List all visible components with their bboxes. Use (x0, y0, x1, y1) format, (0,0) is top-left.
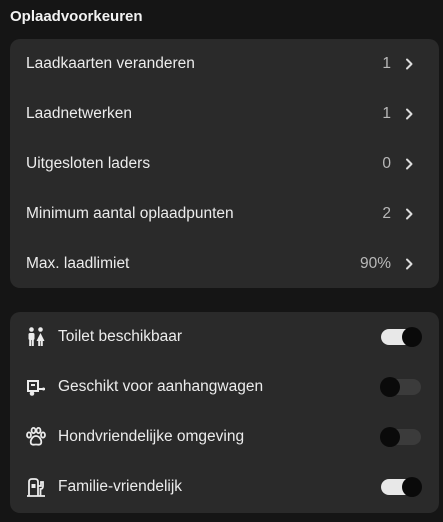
filter-label: Hondvriendelijke omgeving (58, 428, 245, 445)
preference-row-max-charge-limit[interactable]: Max. laadlimiet 90% (10, 239, 439, 289)
chevron-right-icon (406, 208, 413, 220)
section-title: Oplaadvoorkeuren (10, 8, 143, 25)
preference-value: 2 (382, 205, 391, 222)
preference-label: Laadnetwerken (26, 105, 132, 122)
restroom-icon (28, 327, 45, 346)
preference-row-charging-networks[interactable]: Laadnetwerken 1 (10, 89, 439, 139)
filter-label: Familie-vriendelijk (58, 478, 183, 495)
preference-label: Uitgesloten laders (26, 155, 151, 172)
preference-label: Minimum aantal oplaadpunten (26, 205, 234, 222)
filter-row-toilet: Toilet beschikbaar (10, 312, 439, 362)
filter-row-dog-friendly: Hondvriendelijke omgeving (10, 412, 439, 462)
filter-label: Geschikt voor aanhangwagen (58, 378, 264, 395)
chevron-right-icon (406, 58, 413, 70)
chevron-right-icon (406, 158, 413, 170)
preference-value: 1 (382, 55, 391, 72)
trailer-toggle[interactable] (380, 377, 421, 397)
toilet-toggle[interactable] (381, 327, 422, 347)
paw-icon (26, 427, 46, 446)
charging-preferences-card: Laadkaarten veranderen 1 Laadnetwerken 1… (10, 39, 439, 288)
filter-row-family-friendly: Familie-vriendelijk (10, 462, 439, 512)
chevron-right-icon (406, 108, 413, 120)
preference-value: 1 (382, 105, 391, 122)
preference-row-excluded-chargers[interactable]: Uitgesloten laders 0 (10, 139, 439, 189)
filter-label: Toilet beschikbaar (58, 328, 183, 345)
amenity-filters-card: Toilet beschikbaar Geschikt voor aanhang… (10, 312, 439, 513)
preference-value: 90% (359, 255, 391, 272)
toggle-knob (402, 477, 422, 497)
chevron-right-icon (406, 258, 413, 270)
preference-value: 0 (382, 155, 391, 172)
trailer-icon (27, 380, 45, 396)
toggle-knob (380, 427, 400, 447)
preference-row-minimum-charge-points[interactable]: Minimum aantal oplaadpunten 2 (10, 189, 439, 239)
toggle-knob (380, 377, 400, 397)
family-icon (27, 478, 45, 497)
dog-friendly-toggle[interactable] (380, 427, 421, 447)
preference-label: Max. laadlimiet (26, 255, 130, 272)
family-friendly-toggle[interactable] (381, 477, 422, 497)
toggle-knob (402, 327, 422, 347)
preference-row-charging-cards[interactable]: Laadkaarten veranderen 1 (10, 39, 439, 89)
filter-row-trailer: Geschikt voor aanhangwagen (10, 362, 439, 412)
preference-label: Laadkaarten veranderen (26, 55, 195, 72)
